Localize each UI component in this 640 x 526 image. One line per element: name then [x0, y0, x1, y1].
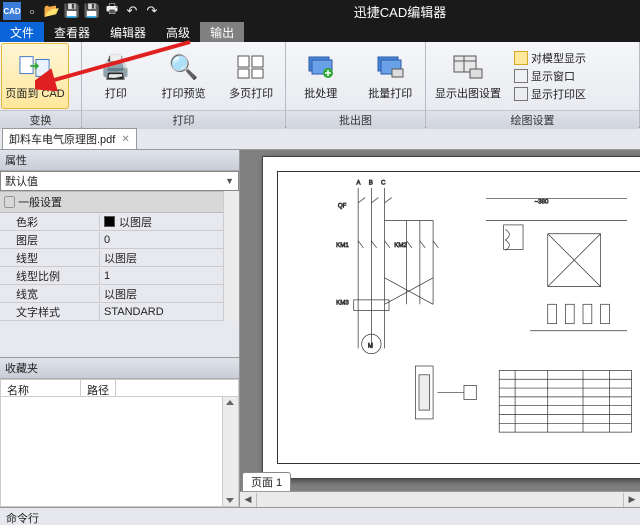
favorites-columns: 名称 路径	[0, 379, 239, 397]
scroll-right-icon[interactable]: ▶	[624, 494, 640, 505]
svg-text:KM1: KM1	[336, 242, 349, 249]
model-display-button[interactable]: 对模型显示	[514, 49, 586, 67]
schematic-drawing: A B C QF KM1 KM2	[278, 172, 640, 463]
menu-viewer[interactable]: 查看器	[44, 22, 100, 42]
fav-col-path[interactable]: 路径	[81, 380, 116, 396]
status-bar: 命令行	[0, 507, 640, 525]
page-sheet: A B C QF KM1 KM2	[262, 156, 640, 479]
close-tab-icon[interactable]: ✕	[121, 134, 129, 145]
plot-settings-icon	[452, 51, 484, 83]
group-print-label: 打印	[82, 110, 285, 129]
new-icon[interactable]: ▫	[23, 2, 41, 20]
page-to-cad-button[interactable]: 页面到 CAD	[1, 43, 69, 109]
open-icon[interactable]: 📂	[43, 2, 61, 20]
svg-text:~380: ~380	[535, 199, 549, 206]
prop-row-linescale[interactable]: 线型比例1	[0, 267, 239, 285]
drawing-canvas[interactable]: A B C QF KM1 KM2	[240, 150, 640, 507]
fav-col-name[interactable]: 名称	[1, 380, 81, 396]
group-convert-label: 变换	[0, 110, 81, 129]
app-title: 迅捷CAD编辑器	[162, 2, 638, 21]
scroll-left-icon[interactable]: ◀	[240, 494, 256, 505]
svg-text:KM3: KM3	[336, 299, 349, 306]
document-tab[interactable]: 卸料车电气原理图.pdf ✕	[2, 128, 137, 149]
show-window-button[interactable]: 显示窗口	[514, 67, 586, 85]
batch-icon	[305, 51, 337, 83]
group-batch-label: 批出图	[286, 110, 425, 129]
batch-print-icon	[374, 51, 406, 83]
prop-row-layer[interactable]: 图层0	[0, 231, 239, 249]
show-print-area-button[interactable]: 显示打印区	[514, 85, 586, 103]
favorites-scrollbar[interactable]	[222, 397, 238, 506]
prop-row-color[interactable]: 色彩以图层	[0, 213, 239, 231]
window-icon	[514, 69, 528, 83]
color-swatch	[104, 216, 115, 227]
svg-text:QF: QF	[338, 202, 347, 209]
ribbon: 页面到 CAD 变换 🖨️ 打印 🔍 打印预览 多页打印 打印	[0, 42, 640, 128]
show-plot-settings-button[interactable]: 显示出图设置	[427, 43, 509, 109]
multipage-icon	[235, 51, 267, 83]
menu-bar: 文件 查看器 编辑器 高级 输出	[0, 22, 640, 42]
document-tabs: 卸料车电气原理图.pdf ✕	[0, 128, 640, 150]
page-to-cad-label: 页面到 CAD	[5, 85, 64, 101]
horizontal-scrollbar[interactable]: ◀ ▶	[240, 491, 640, 507]
menu-editor[interactable]: 编辑器	[100, 22, 156, 42]
document-tab-label: 卸料车电气原理图.pdf	[9, 131, 115, 147]
section-general[interactable]: ▢ 一般设置	[0, 191, 239, 213]
group-plot-settings-label: 绘图设置	[426, 110, 639, 129]
preview-icon: 🔍	[168, 51, 200, 83]
quick-access-toolbar: CAD ▫ 📂 💾 💾 🖶 ↶ ↷ 迅捷CAD编辑器	[0, 0, 640, 22]
chevron-down-icon: ▼	[225, 176, 234, 186]
prop-row-lineweight[interactable]: 线宽以图层	[0, 285, 239, 303]
page-tab[interactable]: 页面 1	[242, 472, 291, 491]
page-tabs: 页面 1	[240, 471, 291, 491]
multi-print-button[interactable]: 多页打印	[218, 43, 284, 109]
default-combo[interactable]: 默认值 ▼	[0, 171, 239, 191]
properties-header: 属性	[0, 150, 239, 171]
svg-text:C: C	[381, 179, 386, 186]
svg-text:A: A	[356, 179, 361, 186]
menu-output[interactable]: 输出	[200, 22, 244, 42]
print-button[interactable]: 🖨️ 打印	[83, 43, 149, 109]
model-icon	[514, 51, 528, 65]
page-to-cad-icon	[19, 51, 51, 83]
batch-print-button[interactable]: 批量打印	[357, 43, 425, 109]
menu-advanced[interactable]: 高级	[156, 22, 200, 42]
prop-row-textstyle[interactable]: 文字样式STANDARD	[0, 303, 239, 321]
favorites-header: 收藏夹	[0, 358, 239, 379]
undo-icon[interactable]: ↶	[123, 2, 141, 20]
printer-icon: 🖨️	[100, 51, 132, 83]
svg-text:KM2: KM2	[394, 242, 407, 249]
left-panel: 属性 默认值 ▼ ▢ 一般设置 色彩以图层 图层0 线型以图层 线型比例1 线宽…	[0, 150, 240, 507]
area-icon	[514, 87, 528, 101]
print-preview-button[interactable]: 🔍 打印预览	[151, 43, 217, 109]
app-icon[interactable]: CAD	[3, 2, 21, 20]
svg-text:B: B	[369, 179, 373, 186]
save-icon[interactable]: 💾	[63, 2, 81, 20]
saveas-icon[interactable]: 💾	[83, 2, 101, 20]
svg-text:M: M	[368, 342, 373, 349]
print-icon[interactable]: 🖶	[103, 2, 121, 20]
redo-icon[interactable]: ↷	[143, 2, 161, 20]
properties-scrollbar[interactable]	[223, 191, 239, 321]
favorites-body	[0, 397, 239, 507]
prop-row-linetype[interactable]: 线型以图层	[0, 249, 239, 267]
batch-button[interactable]: 批处理	[287, 43, 355, 109]
menu-file[interactable]: 文件	[0, 22, 44, 42]
